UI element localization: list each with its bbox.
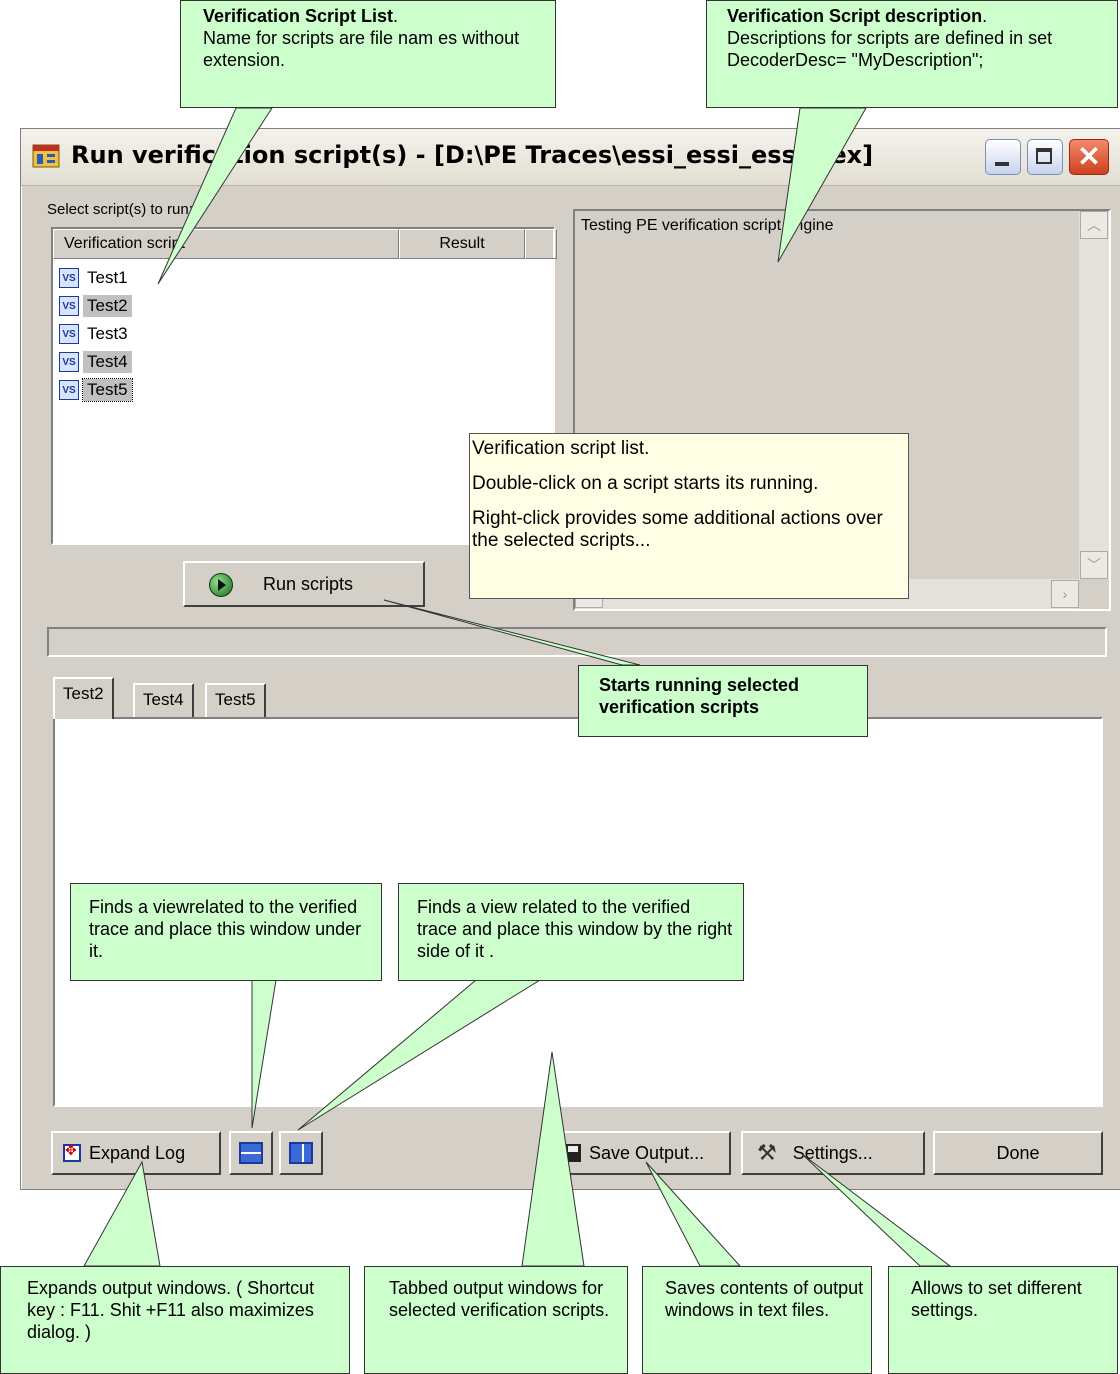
pointer-settings <box>801 1153 952 1267</box>
tab-test2[interactable]: Test2 <box>53 677 114 719</box>
callout-body: Finds a view related to the verified tra… <box>417 897 733 961</box>
callout-body: Name for scripts are file nam es without… <box>203 28 520 70</box>
callout-view-right: Finds a view related to the verified tra… <box>398 883 744 981</box>
pointer-script-desc <box>777 107 867 263</box>
callout-run-selected: Starts running selected verification scr… <box>578 665 868 737</box>
pointer-run-selected <box>383 599 641 666</box>
callout-tabbed: Tabbed output windows for selected verif… <box>364 1266 628 1374</box>
callout-view-under: Finds a viewrelated to the verified trac… <box>70 883 382 981</box>
callout-saves: Saves contents of output windows in text… <box>642 1266 872 1374</box>
callout-pointers <box>83 107 952 1267</box>
pointer-view-right <box>297 979 542 1131</box>
pointer-expand <box>83 1160 161 1267</box>
callout-body: Descriptions for scripts are defined in … <box>727 28 1053 70</box>
callout-title: Verification Script description <box>727 6 983 26</box>
callout-title: Verification Script List <box>203 6 394 26</box>
pointer-view-under <box>251 979 277 1129</box>
pointer-tabbed <box>521 1051 585 1267</box>
callout-expand: Expands output windows. ( Shortcut key :… <box>0 1266 350 1374</box>
callout-body: Saves contents of output windows in text… <box>665 1278 864 1320</box>
pointer-saves <box>645 1161 742 1267</box>
callout-body: Tabbed output windows for selected verif… <box>389 1278 610 1320</box>
callout-script-description: Verification Script description. Descrip… <box>706 0 1118 108</box>
callout-body: Allows to set different settings. <box>911 1278 1082 1320</box>
callout-body: Starts running selected verification scr… <box>599 675 800 717</box>
callout-settings: Allows to set different settings. <box>888 1266 1118 1374</box>
callout-body: Finds a viewrelated to the verified trac… <box>89 897 362 961</box>
callout-body: Expands output windows. ( Shortcut key :… <box>27 1278 315 1342</box>
pointer-script-list <box>157 107 273 285</box>
callout-script-list: Verification Script List. Name for scrip… <box>180 0 556 108</box>
